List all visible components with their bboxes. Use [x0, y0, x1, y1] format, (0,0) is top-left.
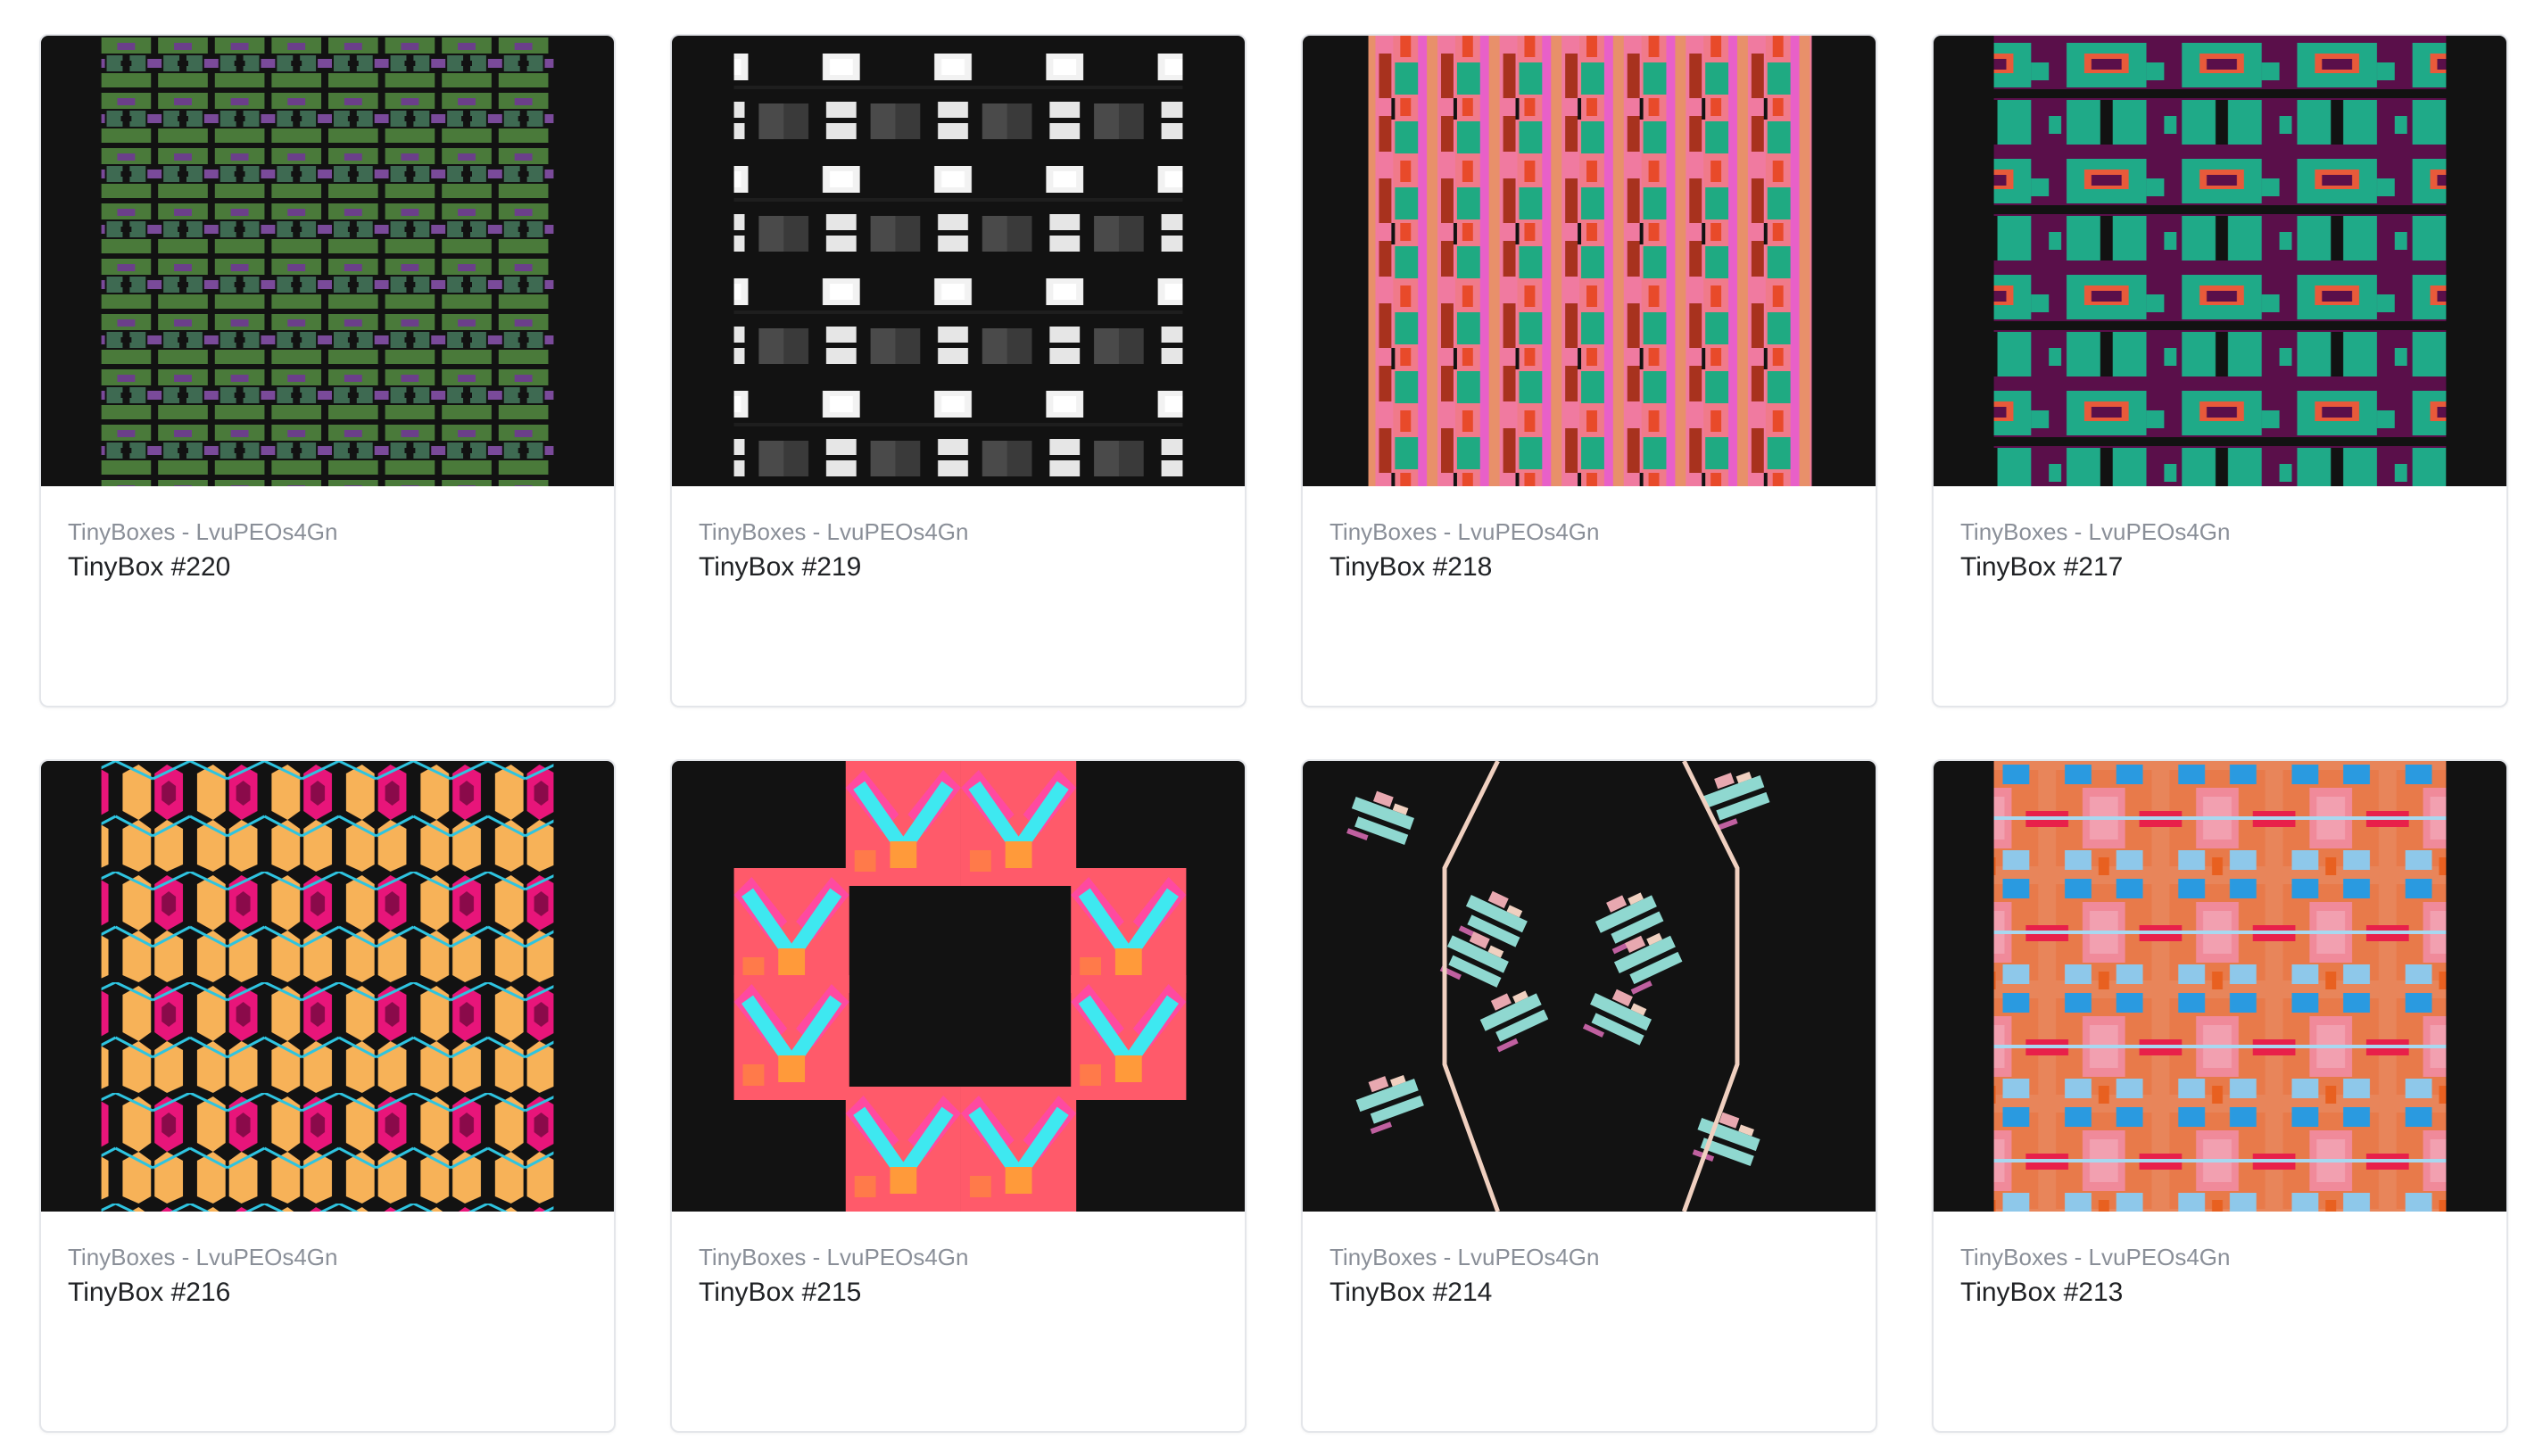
card-info: TinyBoxes - LvuPEOs4Gn TinyBox #218: [1303, 486, 1876, 583]
card-info: TinyBoxes - LvuPEOs4Gn TinyBox #214: [1303, 1212, 1876, 1309]
card-info: TinyBoxes - LvuPEOs4Gn TinyBox #215: [672, 1212, 1245, 1309]
card-info: TinyBoxes - LvuPEOs4Gn TinyBox #213: [1934, 1212, 2506, 1309]
collection-name[interactable]: TinyBoxes - LvuPEOs4Gn: [1329, 518, 1849, 546]
nft-artwork-215[interactable]: [672, 761, 1245, 1212]
nft-card-216[interactable]: TinyBoxes - LvuPEOs4Gn TinyBox #216: [39, 759, 616, 1433]
nft-title[interactable]: TinyBox #214: [1329, 1277, 1849, 1309]
collection-name[interactable]: TinyBoxes - LvuPEOs4Gn: [699, 1244, 1218, 1271]
nft-artwork-219[interactable]: [672, 36, 1245, 486]
collection-name[interactable]: TinyBoxes - LvuPEOs4Gn: [1960, 518, 2480, 546]
nft-card-220[interactable]: TinyBoxes - LvuPEOs4Gn TinyBox #220: [39, 34, 616, 707]
nft-title[interactable]: TinyBox #217: [1960, 551, 2480, 583]
nft-card-215[interactable]: TinyBoxes - LvuPEOs4Gn TinyBox #215: [670, 759, 1247, 1433]
nft-artwork-216[interactable]: [41, 761, 614, 1212]
nft-title[interactable]: TinyBox #219: [699, 551, 1218, 583]
card-info: TinyBoxes - LvuPEOs4Gn TinyBox #217: [1934, 486, 2506, 583]
nft-card-218[interactable]: TinyBoxes - LvuPEOs4Gn TinyBox #218: [1301, 34, 1877, 707]
card-info: TinyBoxes - LvuPEOs4Gn TinyBox #220: [41, 486, 614, 583]
nft-artwork-214[interactable]: [1303, 761, 1876, 1212]
nft-artwork-218[interactable]: [1303, 36, 1876, 486]
nft-title[interactable]: TinyBox #215: [699, 1277, 1218, 1309]
card-info: TinyBoxes - LvuPEOs4Gn TinyBox #219: [672, 486, 1245, 583]
nft-grid: TinyBoxes - LvuPEOs4Gn TinyBox #220 Tiny…: [39, 34, 2508, 1433]
nft-artwork-217[interactable]: [1934, 36, 2506, 486]
collection-name[interactable]: TinyBoxes - LvuPEOs4Gn: [1960, 1244, 2480, 1271]
nft-card-219[interactable]: TinyBoxes - LvuPEOs4Gn TinyBox #219: [670, 34, 1247, 707]
collection-name[interactable]: TinyBoxes - LvuPEOs4Gn: [699, 518, 1218, 546]
nft-title[interactable]: TinyBox #216: [68, 1277, 587, 1309]
card-info: TinyBoxes - LvuPEOs4Gn TinyBox #216: [41, 1212, 614, 1309]
nft-title[interactable]: TinyBox #220: [68, 551, 587, 583]
collection-name[interactable]: TinyBoxes - LvuPEOs4Gn: [68, 1244, 587, 1271]
nft-artwork-220[interactable]: [41, 36, 614, 486]
nft-title[interactable]: TinyBox #218: [1329, 551, 1849, 583]
nft-card-214[interactable]: TinyBoxes - LvuPEOs4Gn TinyBox #214: [1301, 759, 1877, 1433]
nft-title[interactable]: TinyBox #213: [1960, 1277, 2480, 1309]
nft-card-213[interactable]: TinyBoxes - LvuPEOs4Gn TinyBox #213: [1932, 759, 2508, 1433]
collection-name[interactable]: TinyBoxes - LvuPEOs4Gn: [68, 518, 587, 546]
nft-card-217[interactable]: TinyBoxes - LvuPEOs4Gn TinyBox #217: [1932, 34, 2508, 707]
collection-name[interactable]: TinyBoxes - LvuPEOs4Gn: [1329, 1244, 1849, 1271]
nft-artwork-213[interactable]: [1934, 761, 2506, 1212]
